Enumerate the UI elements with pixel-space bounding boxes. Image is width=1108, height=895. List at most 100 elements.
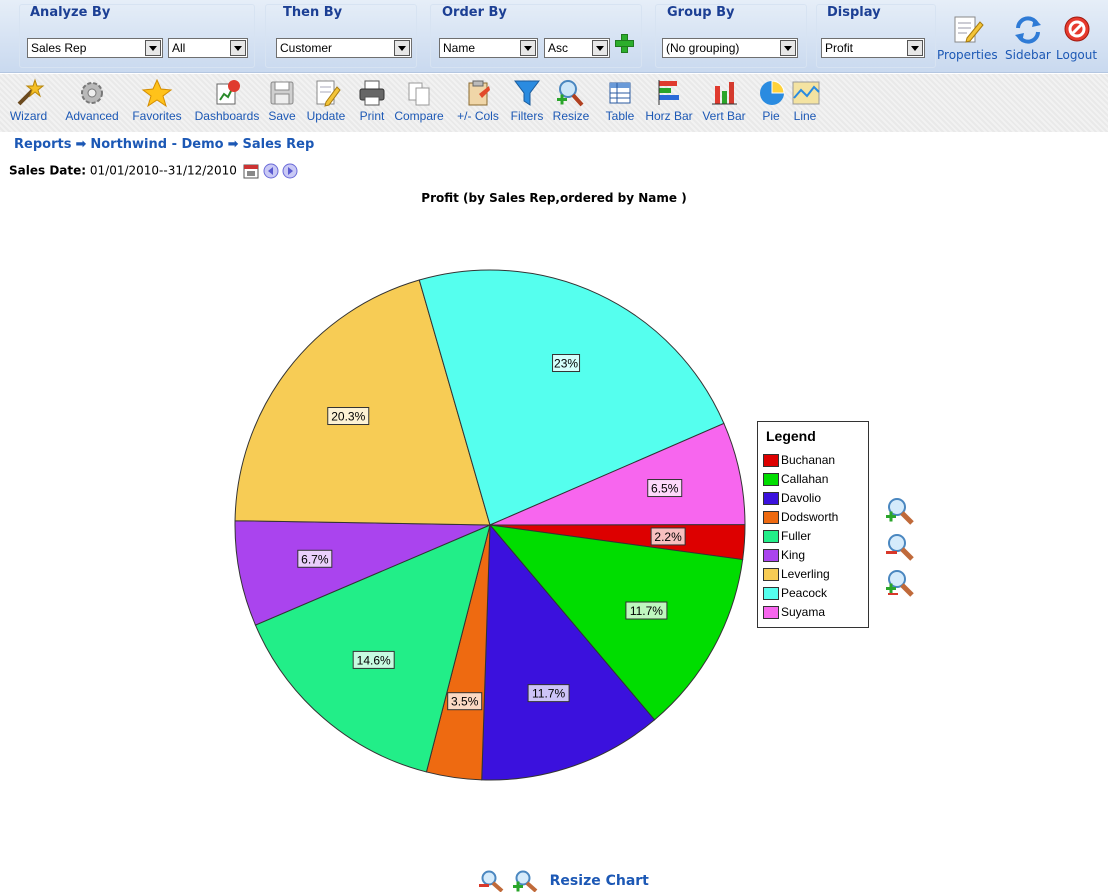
legend-label: Dodsworth <box>781 510 839 524</box>
previous-period-icon[interactable] <box>263 163 279 179</box>
resize-chart-link[interactable]: Resize Chart <box>550 873 649 889</box>
resize-chart-bar: Resize Chart <box>478 870 649 894</box>
group-by-select[interactable]: (No grouping) <box>662 38 798 58</box>
sidebar-refresh-icon <box>1010 14 1046 46</box>
shrink-chart-button[interactable] <box>478 870 508 893</box>
then-by-select[interactable]: Customer <box>276 38 412 58</box>
resize-button[interactable]: Resize <box>548 78 594 123</box>
group-by-value: (No grouping) <box>666 41 740 55</box>
compare-label: Compare <box>394 109 444 123</box>
columns-icon <box>462 78 494 108</box>
order-by-title: Order By <box>442 5 507 20</box>
svg-text:23%: 23% <box>554 357 578 371</box>
chevron-down-icon <box>520 40 536 56</box>
date-filter: Sales Date: 01/01/2010--31/12/2010 <box>9 163 298 179</box>
dashboards-button[interactable]: Dashboards <box>190 78 264 123</box>
save-label: Save <box>268 109 296 123</box>
chevron-down-icon <box>230 40 246 56</box>
legend-item-suyama: Suyama <box>763 605 825 623</box>
analyze-by-filter-select[interactable]: All <box>168 38 248 58</box>
table-button[interactable]: Table <box>601 78 639 123</box>
horizontal-bar-chart-icon <box>653 78 685 108</box>
star-icon <box>141 78 173 108</box>
breadcrumb-northwind-demo[interactable]: Northwind - Demo <box>90 137 223 152</box>
favorites-label: Favorites <box>132 109 182 123</box>
horizontal-bar-button[interactable]: Horz Bar <box>641 78 697 123</box>
analyze-by-select[interactable]: Sales Rep <box>27 38 163 58</box>
zoom-in-button[interactable] <box>884 496 918 526</box>
horizontal-bar-label: Horz Bar <box>645 109 693 123</box>
logout-button[interactable]: Logout <box>1056 14 1097 62</box>
wizard-button[interactable]: Wizard <box>0 78 57 123</box>
favorites-button[interactable]: Favorites <box>126 78 188 123</box>
next-period-icon[interactable] <box>282 163 298 179</box>
compare-button[interactable]: Compare <box>391 78 447 123</box>
date-filter-value: 01/01/2010--31/12/2010 <box>89 163 237 178</box>
legend-label: Buchanan <box>781 453 836 467</box>
legend-item-dodsworth: Dodsworth <box>763 510 838 528</box>
breadcrumb-reports[interactable]: Reports <box>14 137 71 152</box>
update-button[interactable]: Update <box>301 78 351 123</box>
enlarge-chart-button[interactable] <box>512 870 542 893</box>
line-button[interactable]: Line <box>790 78 820 123</box>
legend-item-leverling: Leverling <box>763 567 830 585</box>
sidebar-button[interactable]: Sidebar <box>1005 14 1051 62</box>
vertical-bar-button[interactable]: Vert Bar <box>698 78 750 123</box>
filters-button[interactable]: Filters <box>507 78 547 123</box>
legend-swatch <box>763 549 779 563</box>
legend-label: Leverling <box>781 567 830 581</box>
resize-icon <box>555 78 587 108</box>
legend-label: Fuller <box>781 529 812 543</box>
columns-button[interactable]: +/- Cols <box>450 78 506 123</box>
update-icon <box>310 78 342 108</box>
advanced-button[interactable]: Advanced <box>60 78 124 123</box>
pie-data-label-suyama: 6.5% <box>647 479 683 498</box>
zoom-out-icon <box>886 534 914 561</box>
save-button[interactable]: Save <box>266 78 298 123</box>
chevron-down-icon <box>907 40 923 56</box>
pie-data-label-leverling: 20.3% <box>327 407 370 426</box>
display-select[interactable]: Profit <box>821 38 925 58</box>
display-value: Profit <box>825 41 854 55</box>
legend-title: Legend <box>766 428 816 444</box>
analyze-by-group: Analyze By Sales Rep All <box>19 4 255 68</box>
print-button[interactable]: Print <box>354 78 390 123</box>
order-direction-value: Asc <box>548 41 569 55</box>
resize-label: Resize <box>552 109 590 123</box>
pie-label: Pie <box>762 109 780 123</box>
order-by-select[interactable]: Name <box>439 38 538 58</box>
zoom-reset-button[interactable] <box>884 568 918 598</box>
legend-swatch <box>763 473 779 487</box>
svg-text:6.7%: 6.7% <box>301 552 329 566</box>
chevron-down-icon <box>592 40 608 56</box>
legend-swatch <box>763 530 779 544</box>
legend-item-king: King <box>763 548 805 566</box>
legend-item-buchanan: Buchanan <box>763 453 835 471</box>
save-icon <box>266 78 298 108</box>
legend-label: Davolio <box>781 491 822 505</box>
svg-text:11.7%: 11.7% <box>532 687 565 701</box>
analyze-by-filter-value: All <box>172 41 186 55</box>
zoom-out-button[interactable] <box>884 532 918 562</box>
legend-label: Peacock <box>781 586 828 600</box>
display-title: Display <box>827 5 881 20</box>
legend-swatch <box>763 511 779 525</box>
legend-item-peacock: Peacock <box>763 586 827 604</box>
zoom-in-icon <box>512 870 538 893</box>
dashboard-icon <box>211 78 243 108</box>
svg-text:20.3%: 20.3% <box>331 410 365 424</box>
add-order-plus-icon[interactable] <box>615 34 634 53</box>
properties-button[interactable]: Properties <box>937 14 998 62</box>
vertical-bar-chart-icon <box>708 78 740 108</box>
pie-button[interactable]: Pie <box>756 78 786 123</box>
order-direction-select[interactable]: Asc <box>544 38 610 58</box>
advanced-label: Advanced <box>65 109 119 123</box>
group-by-group: Group By (No grouping) <box>655 4 807 68</box>
line-chart-icon <box>790 78 822 108</box>
legend-label: Callahan <box>781 472 829 486</box>
breadcrumb-sales-rep[interactable]: Sales Rep <box>243 137 315 152</box>
print-label: Print <box>359 109 385 123</box>
compare-icon <box>403 78 435 108</box>
calendar-icon[interactable] <box>243 163 259 179</box>
pie-chart: 2.2% 11.7% 11.7% 3.5% 14.6% 6.7% 20.3% 23% 6.5% <box>234 269 746 781</box>
